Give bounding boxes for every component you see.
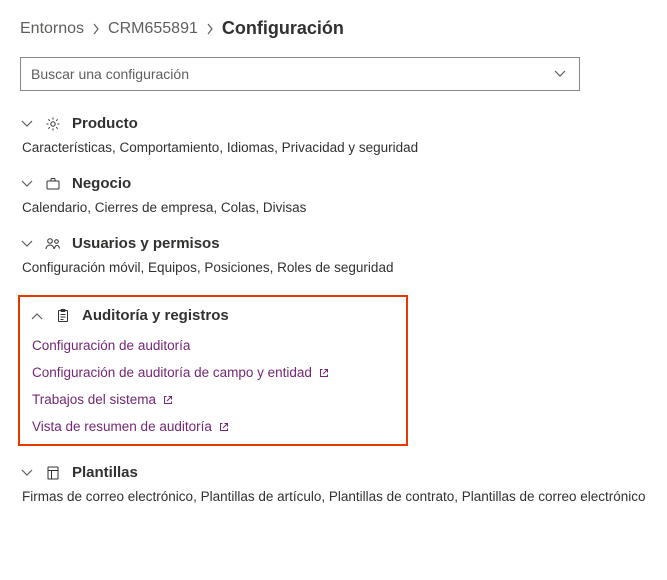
section-business: Negocio Calendario, Cierres de empresa, … [20,175,647,215]
template-icon [44,465,62,481]
people-icon [44,236,62,252]
search-input[interactable] [20,57,580,91]
chevron-down-icon [20,180,34,188]
breadcrumb-env[interactable]: CRM655891 [108,20,198,38]
section-header-templates[interactable]: Plantillas [20,464,647,481]
section-title: Plantillas [72,464,138,481]
section-header-business[interactable]: Negocio [20,175,647,192]
section-product: Producto Características, Comportamiento… [20,115,647,155]
search-wrap [20,57,647,91]
chevron-down-icon [20,120,34,128]
section-title: Negocio [72,175,131,192]
highlight-box-audit: Auditoría y registros Configuración de a… [18,295,408,446]
link-label: Configuración de auditoría de campo y en… [32,365,312,380]
breadcrumb-current: Configuración [222,18,344,39]
clipboard-icon [54,308,72,324]
chevron-up-icon [30,312,44,320]
section-users: Usuarios y permisos Configuración móvil,… [20,235,647,275]
section-header-audit[interactable]: Auditoría y registros [30,307,396,324]
link-label: Trabajos del sistema [32,392,156,407]
section-title: Auditoría y registros [82,307,229,324]
section-header-product[interactable]: Producto [20,115,647,132]
audit-link-list: Configuración de auditoría Configuración… [32,338,396,434]
section-header-users[interactable]: Usuarios y permisos [20,235,647,252]
external-link-icon [318,367,330,379]
section-desc: Calendario, Cierres de empresa, Colas, D… [22,200,647,215]
chevron-down-icon [20,469,34,477]
link-label: Vista de resumen de auditoría [32,419,212,434]
section-title: Producto [72,115,138,132]
chevron-right-icon [206,23,214,35]
briefcase-icon [44,176,62,192]
external-link-icon [218,421,230,433]
section-title: Usuarios y permisos [72,235,220,252]
link-system-jobs[interactable]: Trabajos del sistema [32,392,396,407]
section-templates: Plantillas Firmas de correo electrónico,… [20,464,647,504]
link-audit-field-entity[interactable]: Configuración de auditoría de campo y en… [32,365,396,380]
chevron-down-icon [20,240,34,248]
link-audit-config[interactable]: Configuración de auditoría [32,338,396,353]
section-desc: Firmas de correo electrónico, Plantillas… [22,489,647,504]
gear-icon [44,116,62,132]
link-audit-summary[interactable]: Vista de resumen de auditoría [32,419,396,434]
external-link-icon [162,394,174,406]
breadcrumb-root[interactable]: Entornos [20,20,84,38]
link-label: Configuración de auditoría [32,338,190,353]
section-desc: Características, Comportamiento, Idiomas… [22,140,647,155]
section-desc: Configuración móvil, Equipos, Posiciones… [22,260,647,275]
chevron-right-icon [92,23,100,35]
breadcrumb: Entornos CRM655891 Configuración [20,18,647,39]
